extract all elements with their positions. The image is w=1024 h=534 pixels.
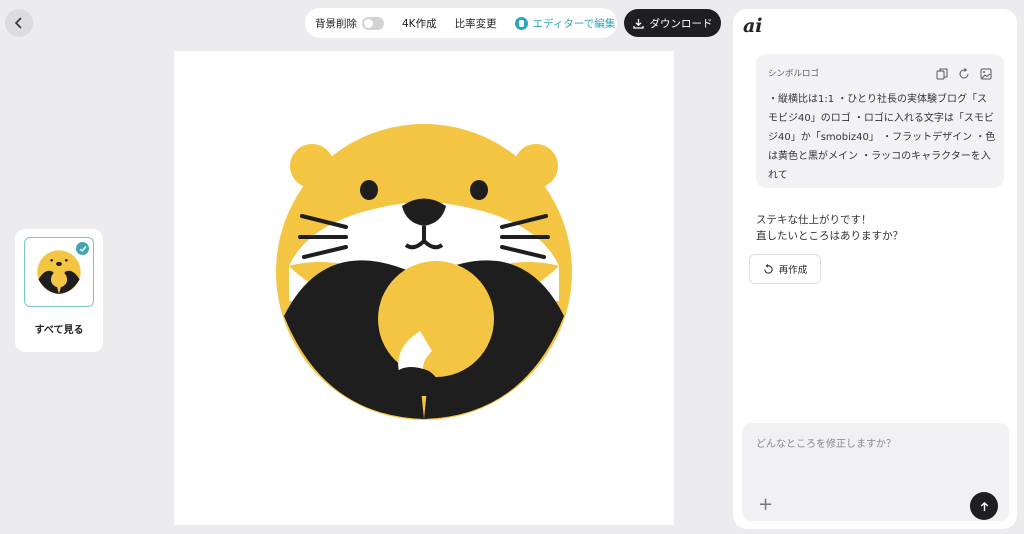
prompt-message: シンボルロゴ ・縦横比は1:1 ・ひとり社長の実体験ブログ「スモビジ40」のロゴ… [756,54,1004,188]
assistant-reply: ステキな仕上がりです！ 直したいところはありますか？ [756,212,903,244]
prompt-text: ・縦横比は1:1 ・ひとり社長の実体験ブログ「スモビジ40」のロゴ ・ロゴに入れ… [768,94,996,181]
ai-logo: ai [743,15,763,37]
otter-logo-thumbnail [37,250,81,294]
prompt-title: シンボルロゴ [768,69,820,79]
copy-icon[interactable] [936,65,948,80]
change-ratio-label: 比率変更 [454,17,497,30]
check-icon [76,242,89,255]
image-canvas [174,51,674,525]
chat-input-box: + [742,423,1009,521]
upscale-4k-button[interactable]: 4K作成 [402,16,437,31]
image-icon[interactable] [980,65,992,80]
reply-line: 直したいところはありますか？ [756,230,903,242]
regenerate-label: 再作成 [778,265,808,276]
back-button[interactable] [5,9,33,37]
chat-panel: ai シンボルロゴ ・縦横比は1:1 ・ひとり社長の実体験ブログ「スモビジ40」… [733,9,1017,529]
thumbnail-image[interactable] [24,237,94,307]
change-ratio-button[interactable]: 比率変更 [455,16,497,31]
remove-background-toggle[interactable]: 背景削除 [315,16,384,31]
toggle-switch[interactable] [362,16,384,30]
see-all-button[interactable]: すべて見る [15,321,103,336]
redo-icon [764,263,773,274]
upscale-4k-label: 4K作成 [402,17,437,30]
plus-icon[interactable]: + [758,496,773,514]
prompt-actions [936,65,992,80]
otter-logo-image [276,124,572,420]
download-button[interactable]: ダウンロード [624,9,721,37]
thumbnail-panel: すべて見る [15,229,103,352]
image-toolbar: 背景削除 4K作成 比率変更 エディターで編集 [305,8,617,38]
edit-in-editor-button[interactable]: エディターで編集 [514,16,616,31]
download-icon [632,18,644,29]
chat-input[interactable] [756,435,986,475]
reply-line: ステキな仕上がりです！ [756,214,872,226]
remove-background-label: 背景削除 [315,17,357,30]
send-button[interactable] [970,492,998,520]
back-arrow-icon [14,17,22,29]
send-arrow-icon [980,501,988,511]
editor-icon [514,16,528,30]
download-label: ダウンロード [649,17,713,30]
refresh-icon[interactable] [958,65,970,79]
edit-in-editor-label: エディターで編集 [532,17,616,30]
regenerate-button[interactable]: 再作成 [749,254,821,284]
